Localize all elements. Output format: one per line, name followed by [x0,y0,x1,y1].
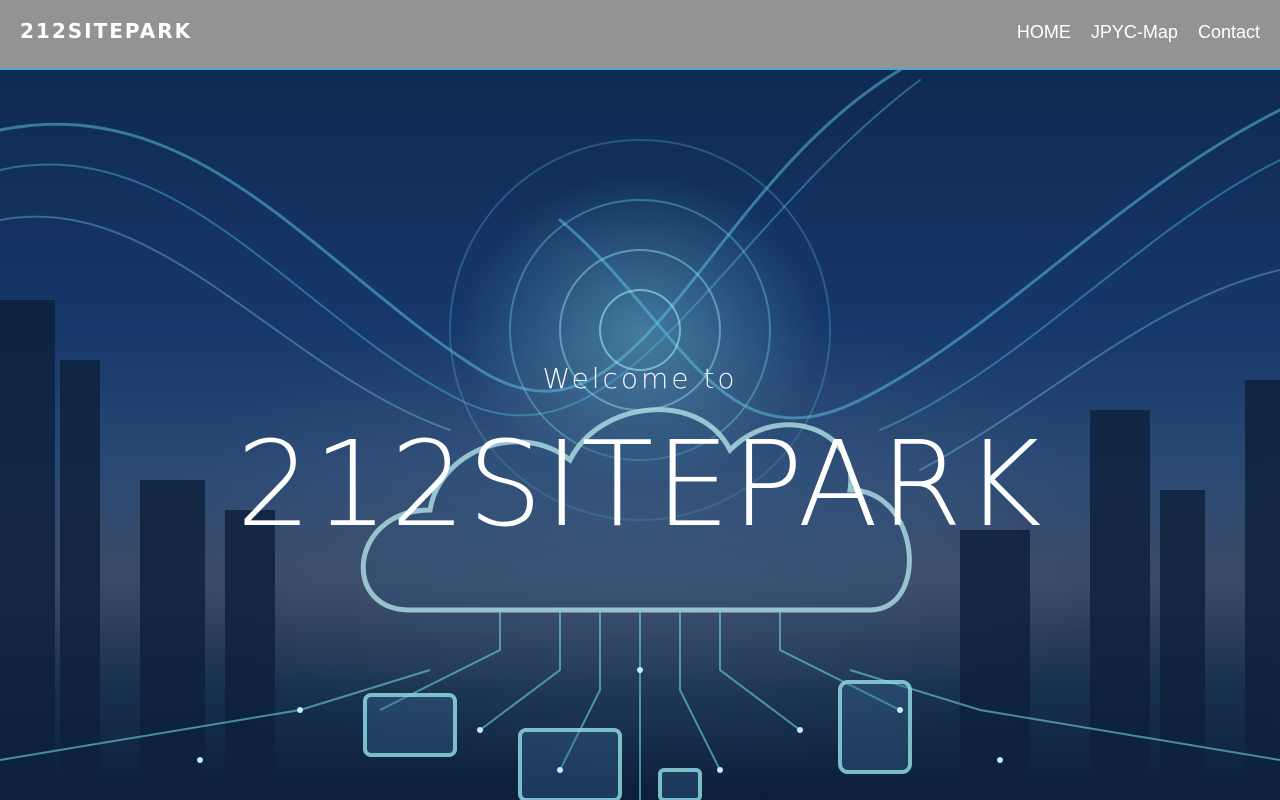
nav-jpyc-map[interactable]: JPYC-Map [1091,22,1178,43]
site-header: 212SITEPARK HOME JPYC-Map Contact [0,0,1280,70]
main-nav: HOME JPYC-Map Contact [1017,22,1260,43]
page: 212SITEPARK HOME JPYC-Map Contact Welcom… [0,0,1280,800]
hero-title: 212SITEPARK [236,415,1044,553]
nav-home[interactable]: HOME [1017,22,1071,43]
hero-welcome-text: Welcome to [542,362,738,395]
hero-section: Welcome to 212SITEPARK [0,70,1280,800]
nav-contact[interactable]: Contact [1198,22,1260,43]
site-logo[interactable]: 212SITEPARK [20,19,192,43]
